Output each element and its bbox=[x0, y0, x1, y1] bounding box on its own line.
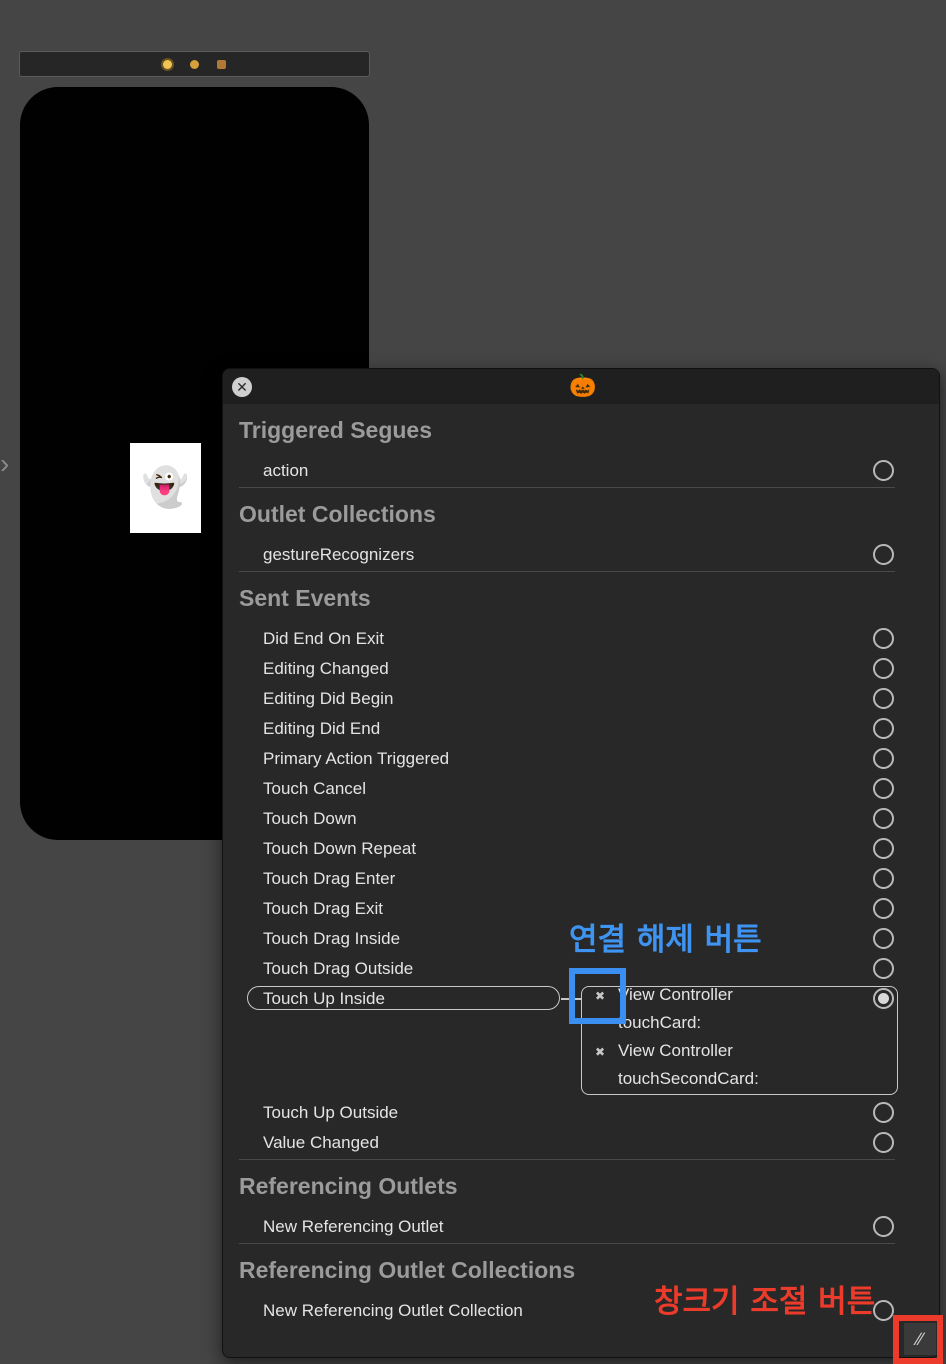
ghost-emoji: 👻 bbox=[141, 467, 190, 509]
connection-circle[interactable] bbox=[873, 1300, 894, 1321]
connection-circle[interactable] bbox=[873, 460, 894, 481]
annotation-box-disconnect bbox=[569, 968, 626, 1024]
connection-circle[interactable] bbox=[873, 544, 894, 565]
event-label: Touch Down bbox=[263, 809, 357, 828]
connection-target: View Controller bbox=[618, 985, 733, 1004]
event-label: Did End On Exit bbox=[263, 629, 384, 648]
connection-circle[interactable] bbox=[873, 1102, 894, 1123]
connection-circle[interactable] bbox=[873, 958, 894, 979]
event-label: Primary Action Triggered bbox=[263, 749, 450, 768]
section-heading-referencing-outlet-collections: Referencing Outlet Collections bbox=[239, 1257, 576, 1283]
connection-circle[interactable] bbox=[873, 928, 894, 949]
divider bbox=[239, 571, 895, 572]
connection-circle[interactable] bbox=[873, 1132, 894, 1153]
event-label: Touch Drag Exit bbox=[263, 899, 383, 918]
view-controller-icon[interactable] bbox=[163, 59, 172, 69]
annotation-label-resize: 창크기 조절 버튼 bbox=[654, 1284, 876, 1320]
connection-circle[interactable] bbox=[873, 868, 894, 889]
connection-circle-filled[interactable] bbox=[873, 988, 894, 1009]
event-label: Editing Did Begin bbox=[263, 689, 394, 708]
outlet-label: New Referencing Outlet bbox=[263, 1217, 444, 1236]
annotation-label-disconnect: 연결 해제 버튼 bbox=[569, 922, 762, 958]
event-label: Touch Drag Outside bbox=[263, 959, 414, 978]
section-heading-sent-events: Sent Events bbox=[239, 585, 371, 611]
divider bbox=[239, 487, 895, 488]
annotation-box-resize bbox=[893, 1315, 943, 1364]
connection-circle[interactable] bbox=[873, 688, 894, 709]
section-heading-triggered-segues: Triggered Segues bbox=[239, 417, 433, 443]
connections-list: ✖ View Controller touchCard: ✖ View Contro… bbox=[581, 985, 898, 1095]
pumpkin-icon: 🎃 bbox=[569, 373, 597, 398]
connection-circle[interactable] bbox=[873, 778, 894, 799]
event-label: Touch Drag Inside bbox=[263, 929, 401, 948]
event-label: Touch Up Outside bbox=[263, 1103, 399, 1122]
connection-circle[interactable] bbox=[873, 748, 894, 769]
event-label-touch-up-inside: Touch Up Inside bbox=[263, 989, 385, 1008]
connection-target: View Controller bbox=[618, 1041, 733, 1060]
event-label: Touch Cancel bbox=[263, 779, 367, 798]
divider bbox=[239, 1243, 895, 1244]
connection-circle[interactable] bbox=[873, 718, 894, 739]
connection-circle[interactable] bbox=[873, 658, 894, 679]
scene-dock bbox=[19, 51, 370, 77]
close-icon[interactable]: ✕ bbox=[232, 377, 252, 397]
panel-titlebar[interactable]: ✕ 🎃 bbox=[223, 369, 939, 404]
exit-icon[interactable] bbox=[217, 59, 226, 69]
connection-circle[interactable] bbox=[873, 898, 894, 919]
outlet-label: gestureRecognizers bbox=[263, 545, 415, 564]
connections-panel: ✕ 🎃 Triggered Segues action Outlet Colle… bbox=[222, 368, 940, 1358]
connection-circle[interactable] bbox=[873, 838, 894, 859]
section-heading-outlet-collections: Outlet Collections bbox=[239, 501, 436, 527]
event-label: Value Changed bbox=[263, 1133, 379, 1152]
connection-circle[interactable] bbox=[873, 808, 894, 829]
outlet-label: New Referencing Outlet Collection bbox=[263, 1301, 523, 1320]
outlet-label: action bbox=[263, 461, 309, 480]
event-label: Touch Down Repeat bbox=[263, 839, 417, 858]
first-responder-icon[interactable] bbox=[190, 59, 199, 69]
event-label: Touch Drag Enter bbox=[263, 869, 396, 888]
connection-item: ✖ View Controller bbox=[594, 1037, 733, 1066]
connection-circle[interactable] bbox=[873, 1216, 894, 1237]
card-button-1[interactable]: 👻 bbox=[130, 443, 201, 533]
event-label: Editing Changed bbox=[263, 659, 389, 678]
event-label: Editing Did End bbox=[263, 719, 381, 738]
connection-circle[interactable] bbox=[873, 628, 894, 649]
entry-point-arrow-icon: › bbox=[0, 448, 10, 479]
divider bbox=[239, 1159, 895, 1160]
connection-action: touchSecondCard: bbox=[618, 1069, 759, 1088]
section-heading-referencing-outlets: Referencing Outlets bbox=[239, 1173, 458, 1199]
disconnect-x-icon[interactable]: ✖ bbox=[594, 1038, 606, 1066]
